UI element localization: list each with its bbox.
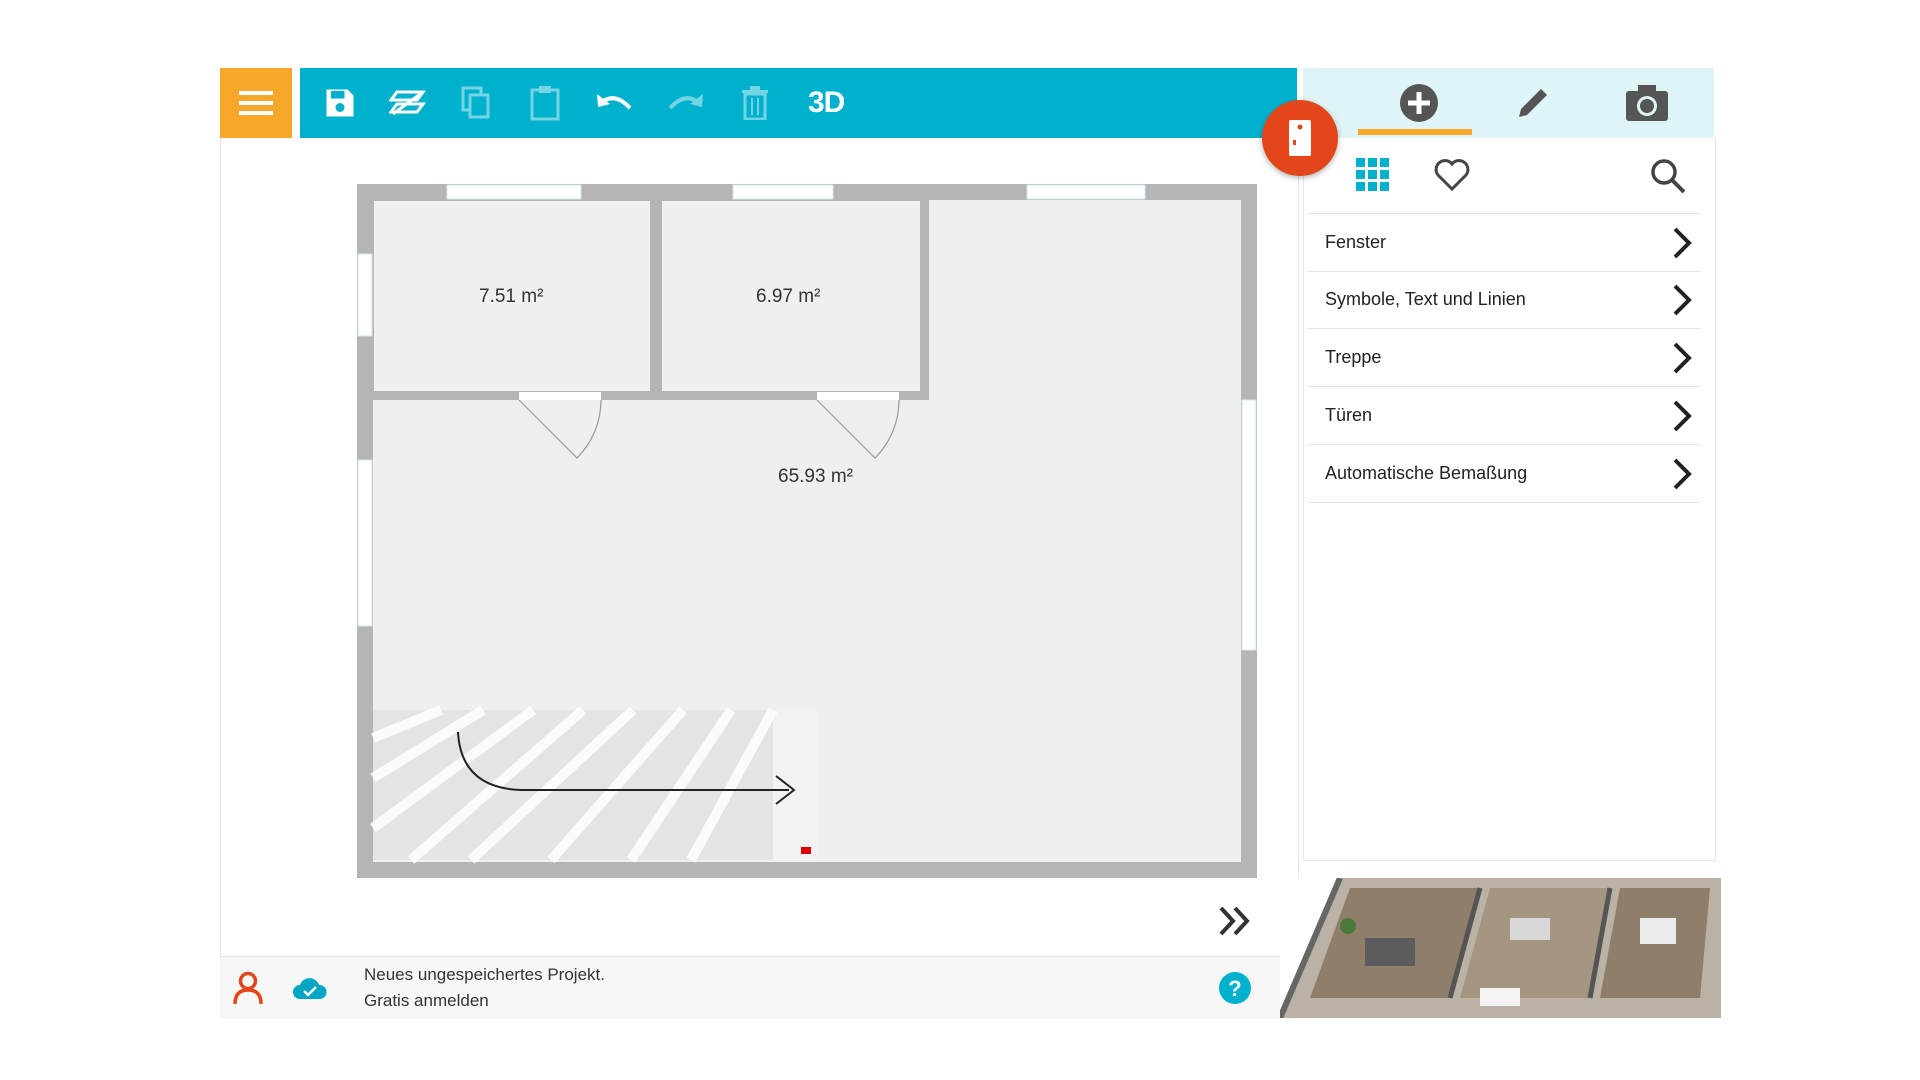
category-label: Automatische Bemaßung	[1325, 463, 1528, 483]
paste-icon	[530, 86, 560, 121]
floorplan-drawing[interactable]	[221, 138, 1298, 956]
redo-icon	[668, 94, 703, 110]
project-status-text: Neues ungespeichertes Projekt.	[364, 965, 605, 984]
tab-camera[interactable]	[1587, 68, 1707, 138]
grid-view-button[interactable]	[1356, 158, 1390, 197]
layers-icon	[389, 90, 426, 116]
floorplan-canvas[interactable]: 7.51 m² 6.97 m² 65.93 m²	[220, 138, 1299, 956]
status-bar: Neues ungespeichertes Projekt. Gratis an…	[220, 956, 1297, 1019]
inner-wall	[921, 200, 929, 400]
3d-view-button[interactable]: 3D	[808, 86, 845, 120]
svg-text:?: ?	[1228, 976, 1241, 1001]
camera-icon	[1626, 85, 1668, 121]
category-row-treppe[interactable]: Treppe	[1308, 329, 1700, 387]
delete-button[interactable]	[735, 83, 775, 123]
room-area-label: 7.51 m²	[479, 286, 544, 307]
cloud-check-icon	[293, 978, 327, 999]
undo-button[interactable]	[595, 83, 635, 123]
chevron-right-icon	[1673, 342, 1692, 374]
main-toolbar: 3D	[300, 68, 1297, 138]
account-button[interactable]	[232, 971, 264, 1010]
signup-link[interactable]: Gratis anmelden	[364, 991, 489, 1011]
active-tab-indicator	[1358, 129, 1472, 135]
trash-icon	[742, 86, 768, 120]
chevron-right-icon	[1673, 458, 1692, 490]
copy-icon	[461, 86, 490, 119]
category-row-tueren[interactable]: Türen	[1308, 387, 1700, 445]
search-icon	[1651, 159, 1686, 194]
expand-panel-icon[interactable]	[1219, 906, 1250, 936]
menu-icon	[239, 91, 273, 115]
menu-button[interactable]	[220, 68, 292, 138]
chevron-right-icon	[1673, 227, 1692, 259]
layers-button[interactable]	[388, 83, 428, 123]
save-button[interactable]	[320, 83, 360, 123]
tab-add[interactable]	[1359, 68, 1479, 138]
category-label: Symbole, Text und Linien	[1325, 289, 1526, 309]
panel-tabs	[1303, 68, 1714, 138]
cloud-sync-indicator[interactable]	[292, 977, 328, 1006]
3d-preview-thumbnail[interactable]	[1280, 878, 1721, 1018]
marker	[801, 847, 811, 854]
copy-button[interactable]	[456, 83, 496, 123]
tab-edit[interactable]	[1473, 68, 1593, 138]
search-button[interactable]	[1650, 158, 1686, 199]
catalog-panel: Fenster Symbole, Text und Linien Treppe …	[1303, 138, 1716, 861]
user-icon	[233, 971, 263, 1005]
redo-button[interactable]	[665, 83, 705, 123]
category-label: Treppe	[1325, 347, 1382, 367]
category-row-fenster[interactable]: Fenster	[1308, 213, 1700, 272]
inner-wall	[651, 200, 661, 398]
paste-button[interactable]	[525, 83, 565, 123]
chevron-right-icon	[1673, 284, 1692, 316]
add-icon	[1400, 84, 1438, 122]
undo-icon	[597, 94, 632, 110]
category-label: Türen	[1325, 405, 1373, 425]
room-area-label: 6.97 m²	[756, 286, 821, 307]
chevron-right-icon	[1673, 400, 1692, 432]
category-row-bemassung[interactable]: Automatische Bemaßung	[1308, 445, 1700, 503]
grid-icon	[1356, 158, 1389, 191]
help-icon: ?	[1219, 972, 1251, 1004]
3d-preview-image	[1280, 878, 1721, 1018]
door-icon	[1289, 120, 1311, 156]
category-row-symbole[interactable]: Symbole, Text und Linien	[1308, 271, 1700, 329]
room-area-label: 65.93 m²	[778, 466, 853, 487]
door-tool-button[interactable]	[1262, 100, 1338, 176]
pencil-icon	[1519, 89, 1547, 117]
heart-icon	[1434, 159, 1470, 192]
help-button[interactable]: ?	[1218, 971, 1252, 1010]
staircase	[370, 705, 817, 864]
save-icon	[326, 89, 354, 117]
favorites-button[interactable]	[1434, 158, 1470, 197]
category-label: Fenster	[1325, 232, 1387, 252]
